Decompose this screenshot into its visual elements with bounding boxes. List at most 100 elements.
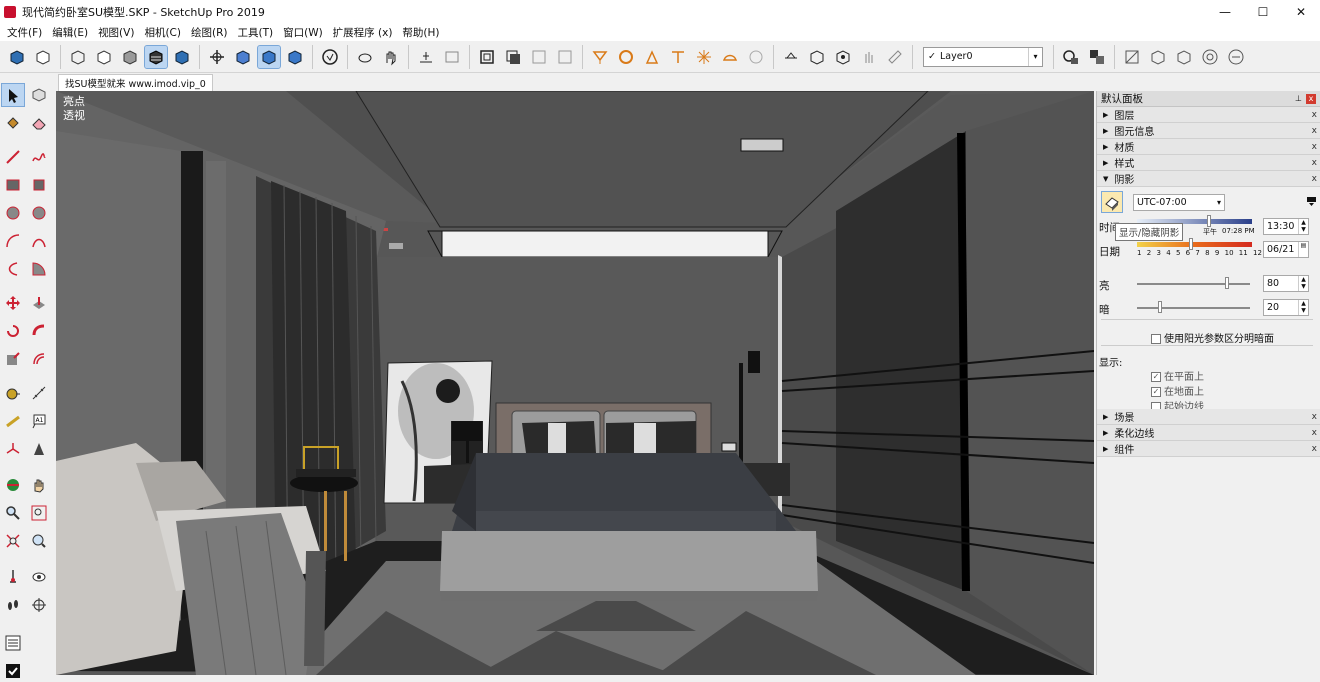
on-ground-option[interactable]: ✓ 在地面上 <box>1151 383 1204 398</box>
on-faces-option[interactable]: ✓ 在平面上 <box>1151 368 1204 383</box>
make-component-icon[interactable] <box>28 84 50 106</box>
on-ground-checkbox[interactable]: ✓ <box>1151 387 1161 397</box>
smoove-icon[interactable] <box>615 46 637 68</box>
polygon-tool-icon[interactable] <box>28 202 50 224</box>
layer-select[interactable]: ✓ Layer0 ▾ <box>923 46 1043 67</box>
textured-style-icon[interactable] <box>144 44 168 69</box>
top-view-icon[interactable] <box>257 44 281 69</box>
toggle-shadows-button[interactable] <box>1101 191 1123 213</box>
section-styles[interactable]: ▶ 样式 x <box>1097 155 1320 171</box>
xray-style-icon[interactable] <box>67 46 89 68</box>
light-spinner[interactable]: ▲ ▼ <box>1298 276 1308 291</box>
dimension-tool-icon[interactable] <box>28 382 50 404</box>
section-components[interactable]: ▶ 组件 x <box>1097 441 1320 457</box>
calendar-icon[interactable]: ▤ <box>1298 242 1308 257</box>
section-close-icon[interactable]: x <box>1312 412 1317 422</box>
time-spinner[interactable]: ▲ ▼ <box>1298 219 1308 234</box>
detail-icon[interactable] <box>693 46 715 68</box>
orbit-tool-icon[interactable] <box>2 474 24 496</box>
section-close-icon[interactable]: x <box>1312 428 1317 438</box>
layer-manager-icon[interactable] <box>1060 46 1082 68</box>
details-toggle-icon[interactable] <box>1307 196 1316 206</box>
model-tab[interactable]: 找SU模型就来 www.imod.vip_0 <box>58 74 213 91</box>
dark-slider-track[interactable] <box>1137 307 1250 309</box>
union-icon[interactable] <box>528 46 550 68</box>
outliner-icon[interactable] <box>2 632 24 654</box>
view-back-icon[interactable] <box>1199 46 1221 68</box>
pan-tool-icon[interactable] <box>28 474 50 496</box>
text-tool-icon[interactable]: A1 <box>28 410 50 432</box>
light-slider-track[interactable] <box>1137 283 1250 285</box>
select-tool-icon[interactable] <box>1 83 25 107</box>
ruler-icon[interactable] <box>884 46 906 68</box>
move-tool-icon[interactable] <box>2 292 24 314</box>
orbit-icon[interactable] <box>206 46 228 68</box>
protractor-icon[interactable] <box>2 410 24 432</box>
menu-tools[interactable]: 工具(T) <box>232 25 278 40</box>
use-sun-option[interactable]: 使用阳光参数区分明暗面 <box>1151 330 1274 345</box>
section-close-icon[interactable]: x <box>1312 444 1317 454</box>
section-close-icon[interactable]: x <box>1312 158 1317 168</box>
timezone-select[interactable]: UTC-07:00 ▾ <box>1133 194 1225 211</box>
photo-textures-icon[interactable] <box>832 46 854 68</box>
chevron-down-icon[interactable]: ▾ <box>1028 47 1042 66</box>
push-pull-icon[interactable] <box>28 292 50 314</box>
time-input[interactable]: 13:30 ▲ ▼ <box>1263 218 1309 235</box>
menu-file[interactable]: 文件(F) <box>2 25 47 40</box>
add-detail-icon[interactable] <box>745 46 767 68</box>
walk-tool-icon[interactable] <box>2 594 24 616</box>
section-close-icon[interactable]: x <box>1312 126 1317 136</box>
checklist-icon[interactable] <box>2 660 24 682</box>
menu-extensions[interactable]: 扩展程序 (x) <box>328 25 398 40</box>
section-display-icon[interactable] <box>441 46 463 68</box>
tray-close-button[interactable]: x <box>1306 93 1316 104</box>
dark-spinner[interactable]: ▲ ▼ <box>1298 300 1308 315</box>
toggle-terrain-icon[interactable] <box>806 46 828 68</box>
component-icon[interactable] <box>32 46 54 68</box>
drape-icon[interactable] <box>667 46 689 68</box>
date-slider-track[interactable] <box>1137 242 1252 247</box>
section-soften-edges[interactable]: ▶ 柔化边线 x <box>1097 425 1320 441</box>
rotated-rectangle-icon[interactable] <box>28 174 50 196</box>
zoom-window-icon[interactable] <box>28 502 50 524</box>
line-tool-icon[interactable] <box>2 146 24 168</box>
zoom-extents-icon[interactable] <box>2 530 24 552</box>
view-top-icon[interactable] <box>1121 46 1143 68</box>
position-camera-icon[interactable] <box>2 566 24 588</box>
menu-help[interactable]: 帮助(H) <box>397 25 444 40</box>
eraser-icon[interactable] <box>28 112 50 134</box>
layer-color-icon[interactable] <box>1086 46 1108 68</box>
date-input[interactable]: 06/21 ▤ <box>1263 241 1309 258</box>
zoom-tool-icon[interactable] <box>2 502 24 524</box>
menu-draw[interactable]: 绘图(R) <box>186 25 233 40</box>
flip-edge-icon[interactable] <box>719 46 741 68</box>
tape-measure-icon[interactable] <box>2 382 24 404</box>
section-close-icon[interactable]: x <box>1312 142 1317 152</box>
subtract-icon[interactable] <box>554 46 576 68</box>
front-view-icon[interactable] <box>284 46 306 68</box>
stamp-icon[interactable] <box>641 46 663 68</box>
light-slider-thumb[interactable] <box>1225 277 1230 289</box>
menu-window[interactable]: 窗口(W) <box>278 25 328 40</box>
minimize-button[interactable]: — <box>1206 0 1244 24</box>
section-close-icon[interactable]: x <box>1312 174 1317 184</box>
three-point-arc-icon[interactable] <box>2 258 24 280</box>
dark-slider-thumb[interactable] <box>1157 301 1162 313</box>
iso-view-icon[interactable] <box>232 46 254 68</box>
section-materials[interactable]: ▶ 材质 x <box>1097 139 1320 155</box>
paint-bucket-icon[interactable] <box>2 112 24 134</box>
section-layers[interactable]: ▶ 图层 x <box>1097 107 1320 123</box>
section-close-icon[interactable]: x <box>1312 110 1317 120</box>
arc-tool-icon[interactable] <box>2 230 24 252</box>
monochrome-style-icon[interactable] <box>171 46 193 68</box>
three-d-text-icon[interactable] <box>28 438 50 460</box>
wireframe-style-icon[interactable] <box>93 46 115 68</box>
section-scenes[interactable]: ▶ 场景 x <box>1097 409 1320 425</box>
view-right-icon[interactable] <box>1173 46 1195 68</box>
look-around-icon[interactable] <box>28 566 50 588</box>
section-plane-tool-icon[interactable] <box>28 594 50 616</box>
menu-edit[interactable]: 编辑(E) <box>47 25 93 40</box>
circle-tool-icon[interactable] <box>2 202 24 224</box>
time-slider-thumb[interactable] <box>1207 215 1211 227</box>
rotate-tool-icon[interactable] <box>2 320 24 342</box>
